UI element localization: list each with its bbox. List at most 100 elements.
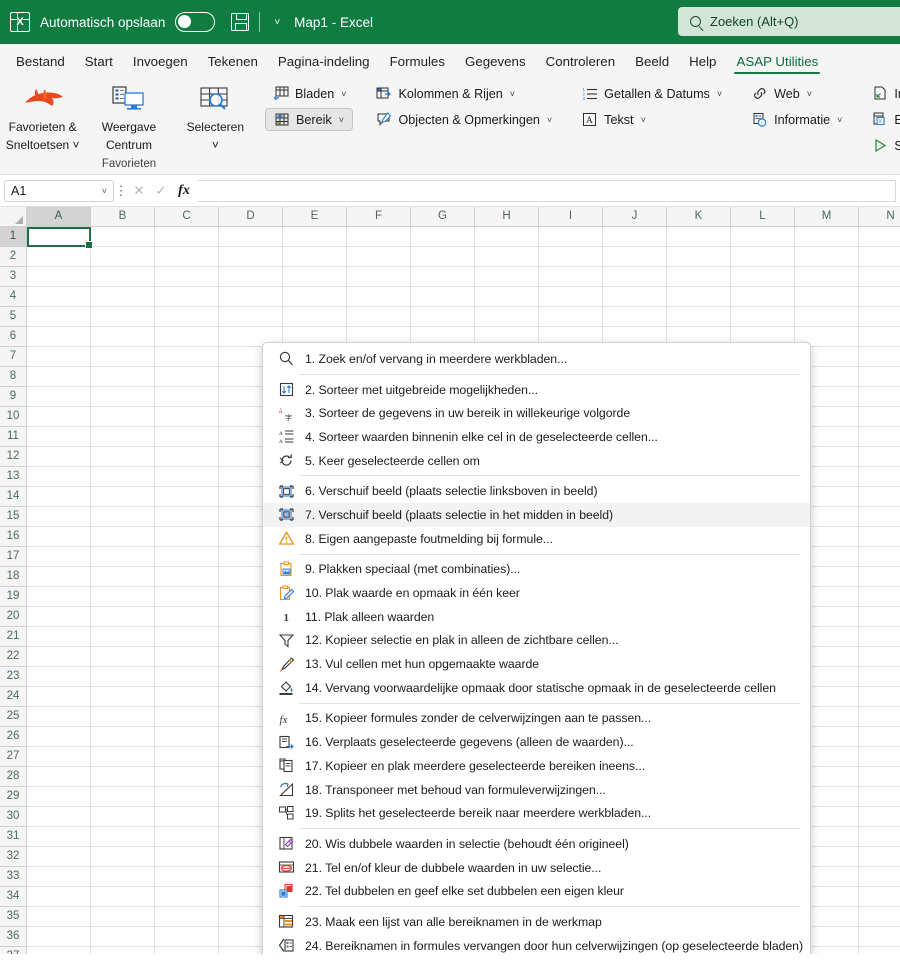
cell-F4[interactable] [347,287,411,307]
cell-A36[interactable] [27,927,91,947]
cell-N8[interactable] [859,367,900,387]
cell-A15[interactable] [27,507,91,527]
menu-item-13[interactable]: 13. Vul cellen met hun opgemaakte waarde [263,652,810,676]
cell-A4[interactable] [27,287,91,307]
cell-N25[interactable] [859,707,900,727]
cell-M1[interactable] [795,227,859,247]
cell-B24[interactable] [91,687,155,707]
cell-C8[interactable] [155,367,219,387]
cell-B29[interactable] [91,787,155,807]
cell-E5[interactable] [283,307,347,327]
row-header-1[interactable]: 1 [0,227,27,247]
favorieten-sneltoetsen-button[interactable]: Favorieten & Sneltoetsen ˅ [0,75,85,152]
cell-B14[interactable] [91,487,155,507]
row-header-11[interactable]: 11 [0,427,27,447]
row-header-21[interactable]: 21 [0,627,27,647]
cell-A26[interactable] [27,727,91,747]
cancel-icon[interactable]: ✕ [128,183,150,199]
export-button[interactable]: X Ex [864,108,900,131]
cell-N14[interactable] [859,487,900,507]
cell-N13[interactable] [859,467,900,487]
cell-I5[interactable] [539,307,603,327]
cell-H3[interactable] [475,267,539,287]
cell-G1[interactable] [411,227,475,247]
cell-C19[interactable] [155,587,219,607]
name-box[interactable]: A1 ˅ [4,179,114,202]
cell-N11[interactable] [859,427,900,447]
cell-G4[interactable] [411,287,475,307]
cell-C15[interactable] [155,507,219,527]
cell-K3[interactable] [667,267,731,287]
row-header-5[interactable]: 5 [0,307,27,327]
cell-A18[interactable] [27,567,91,587]
cell-A7[interactable] [27,347,91,367]
tab-gegevens[interactable]: Gegevens [455,51,536,75]
cell-A9[interactable] [27,387,91,407]
column-header-j[interactable]: J [603,207,667,226]
column-header-l[interactable]: L [731,207,795,226]
cell-C33[interactable] [155,867,219,887]
cell-B22[interactable] [91,647,155,667]
row-header-35[interactable]: 35 [0,907,27,927]
cell-N1[interactable] [859,227,900,247]
cell-L4[interactable] [731,287,795,307]
cell-N24[interactable] [859,687,900,707]
tab-invoegen[interactable]: Invoegen [123,51,198,75]
cell-B5[interactable] [91,307,155,327]
select-all-corner[interactable] [0,207,27,226]
cell-B27[interactable] [91,747,155,767]
cell-L5[interactable] [731,307,795,327]
cell-N29[interactable] [859,787,900,807]
cell-H2[interactable] [475,247,539,267]
menu-item-8[interactable]: 8. Eigen aangepaste foutmelding bij form… [263,527,810,551]
cell-M4[interactable] [795,287,859,307]
cell-C26[interactable] [155,727,219,747]
menu-item-16[interactable]: 16. Verplaats geselecteerde gegevens (al… [263,730,810,754]
formula-input[interactable] [198,179,896,202]
cell-C4[interactable] [155,287,219,307]
tab-bestand[interactable]: Bestand [6,51,75,75]
cell-C30[interactable] [155,807,219,827]
cell-N28[interactable] [859,767,900,787]
cell-A24[interactable] [27,687,91,707]
insert-function-icon[interactable]: fx [172,183,196,199]
cell-B3[interactable] [91,267,155,287]
menu-item-20[interactable]: 20. Wis dubbele waarden in selectie (beh… [263,832,810,856]
cell-F3[interactable] [347,267,411,287]
cell-C14[interactable] [155,487,219,507]
cell-B10[interactable] [91,407,155,427]
menu-item-3[interactable]: á 字 3. Sorteer de gegevens in uw bereik in… [263,401,810,425]
cell-C35[interactable] [155,907,219,927]
cell-C6[interactable] [155,327,219,347]
cell-N19[interactable] [859,587,900,607]
column-header-n[interactable]: N [859,207,900,226]
kolommen-rijen-button[interactable]: Kolommen & Rijen ˅ [368,82,559,105]
cell-C18[interactable] [155,567,219,587]
cell-C37[interactable] [155,947,219,954]
column-header-e[interactable]: E [283,207,347,226]
autosave-toggle[interactable] [175,12,216,32]
cell-A19[interactable] [27,587,91,607]
column-header-h[interactable]: H [475,207,539,226]
import-button[interactable]: Im [864,82,900,105]
start-button[interactable]: St [864,134,900,157]
cell-B25[interactable] [91,707,155,727]
column-header-d[interactable]: D [219,207,283,226]
cell-C22[interactable] [155,647,219,667]
cell-A37[interactable] [27,947,91,954]
cell-I1[interactable] [539,227,603,247]
bladen-button[interactable]: Bladen ˅ [265,82,353,105]
cell-C10[interactable] [155,407,219,427]
row-header-16[interactable]: 16 [0,527,27,547]
cell-N3[interactable] [859,267,900,287]
cell-B26[interactable] [91,727,155,747]
cell-N16[interactable] [859,527,900,547]
menu-item-18[interactable]: 18. Transponeer met behoud van formuleve… [263,778,810,802]
cell-N21[interactable] [859,627,900,647]
menu-item-4[interactable]: A A 4. Sorteer waarden binnenin elke cel i… [263,425,810,449]
menu-item-22[interactable]: 22. Tel dubbelen en geef elke set dubbel… [263,879,810,903]
cell-N32[interactable] [859,847,900,867]
cell-F2[interactable] [347,247,411,267]
cell-J1[interactable] [603,227,667,247]
getallen-datums-button[interactable]: 1 2 3 Getallen & Datums ˅ [574,82,729,105]
